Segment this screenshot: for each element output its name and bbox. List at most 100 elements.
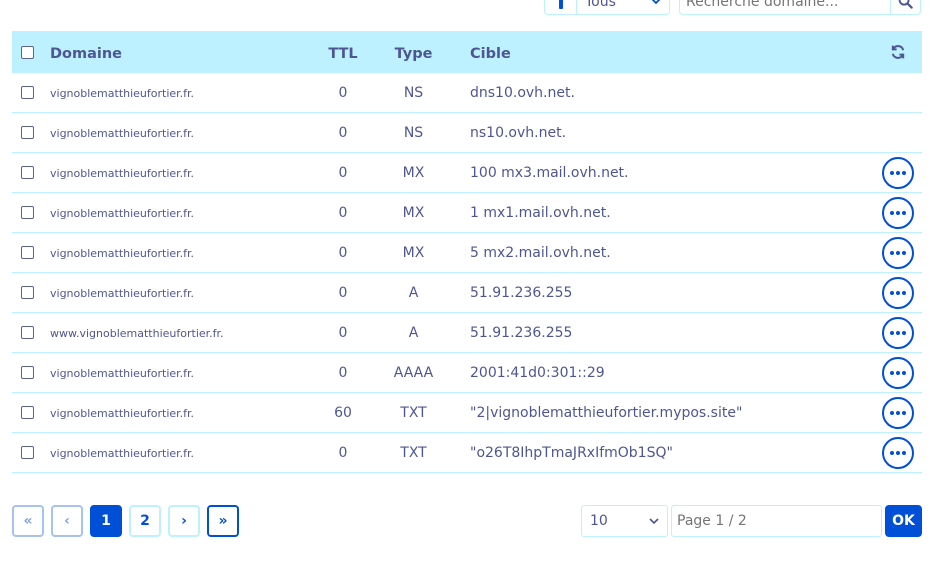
go-to-page-button[interactable]: OK xyxy=(885,505,922,537)
record-target: "o26T8IhpTmaJRxIfmOb1SQ" xyxy=(470,444,673,461)
record-ttl: 0 xyxy=(338,204,348,221)
filter-type-icon-button[interactable] xyxy=(544,0,576,15)
select-all-checkbox[interactable] xyxy=(20,45,34,59)
record-target: ns10.ovh.net. xyxy=(470,124,567,141)
table-row: vignoblematthieufortier.fr. 0 TXT "o26T8Ihp… xyxy=(12,433,922,473)
record-type: MX xyxy=(402,244,425,261)
record-ttl: 0 xyxy=(338,364,348,381)
more-actions-button[interactable] xyxy=(882,437,914,469)
more-actions-button[interactable] xyxy=(882,277,914,309)
more-actions-button[interactable] xyxy=(882,397,914,429)
page-button-2[interactable]: 2 xyxy=(129,505,161,537)
table-row: vignoblematthieufortier.fr. 0 MX 5 mx2.mail… xyxy=(12,233,922,273)
filter-icon xyxy=(558,0,563,9)
record-target: dns10.ovh.net. xyxy=(470,84,575,101)
record-domain: vignoblematthieufortier.fr. xyxy=(50,207,195,220)
row-checkbox[interactable] xyxy=(20,206,34,219)
record-domain: vignoblematthieufortier.fr. xyxy=(50,167,195,180)
record-type: A xyxy=(408,284,419,301)
record-type: NS xyxy=(403,84,424,101)
previous-page-button[interactable]: ‹ xyxy=(51,505,83,537)
record-type: TXT xyxy=(400,444,427,461)
items-per-page-value: 10 xyxy=(590,513,608,529)
row-checkbox[interactable] xyxy=(20,286,34,299)
row-checkbox[interactable] xyxy=(20,246,34,259)
more-actions-button[interactable] xyxy=(882,357,914,389)
record-ttl: 0 xyxy=(338,444,348,461)
record-type: NS xyxy=(403,124,424,141)
table-row: vignoblematthieufortier.fr. 0 AAAA 2001:41d… xyxy=(12,353,922,393)
next-page-button[interactable]: › xyxy=(168,505,200,537)
table-row: vignoblematthieufortier.fr. 0 MX 1 mx1.mail… xyxy=(12,193,922,233)
more-actions-icon xyxy=(890,291,906,295)
search-button[interactable] xyxy=(890,0,921,15)
items-per-page-select[interactable]: 10 xyxy=(581,505,668,537)
dns-records-table: Domaine TTL Type Cible vignoblematthieuf… xyxy=(12,31,922,473)
page-button-1[interactable]: 1 xyxy=(90,505,122,537)
domain-search-input[interactable] xyxy=(679,0,891,15)
record-domain: vignoblematthieufortier.fr. xyxy=(50,447,195,460)
more-actions-icon xyxy=(890,411,906,415)
record-type: AAAA xyxy=(393,364,434,381)
record-domain: vignoblematthieufortier.fr. xyxy=(50,407,195,420)
column-header-ttl[interactable]: TTL xyxy=(328,46,357,62)
table-row: www.vignoblematthieufortier.fr. 0 A 51.91.2… xyxy=(12,313,922,353)
column-header-target[interactable]: Cible xyxy=(470,46,511,62)
record-ttl: 0 xyxy=(338,244,348,261)
record-type-select[interactable]: Tous xyxy=(576,0,670,15)
more-actions-icon xyxy=(890,371,906,375)
record-ttl: 0 xyxy=(338,124,348,141)
table-header: Domaine TTL Type Cible xyxy=(12,31,922,73)
record-ttl: 0 xyxy=(338,84,348,101)
first-page-button[interactable]: « xyxy=(12,505,44,537)
record-target: 2001:41d0:301::29 xyxy=(470,364,605,381)
row-checkbox[interactable] xyxy=(20,406,34,419)
more-actions-icon xyxy=(890,331,906,335)
column-header-type[interactable]: Type xyxy=(395,46,433,62)
last-page-button[interactable]: » xyxy=(207,505,239,537)
column-header-domain[interactable]: Domaine xyxy=(50,46,122,62)
row-checkbox[interactable] xyxy=(20,366,34,379)
table-row: vignoblematthieufortier.fr. 0 A 51.91.236.2… xyxy=(12,273,922,313)
record-target: 51.91.236.255 xyxy=(470,284,573,301)
record-type: TXT xyxy=(400,404,427,421)
filter-bar: Tous xyxy=(0,0,944,18)
more-actions-button[interactable] xyxy=(882,317,914,349)
table-row: vignoblematthieufortier.fr. 0 MX 100 mx3.ma… xyxy=(12,153,922,193)
more-actions-icon xyxy=(890,451,906,455)
more-actions-icon xyxy=(890,251,906,255)
row-checkbox[interactable] xyxy=(20,326,34,339)
row-checkbox[interactable] xyxy=(20,166,34,179)
more-actions-icon xyxy=(890,171,906,175)
record-target: 51.91.236.255 xyxy=(470,324,573,341)
record-domain: www.vignoblematthieufortier.fr. xyxy=(50,327,224,340)
record-domain: vignoblematthieufortier.fr. xyxy=(50,87,195,100)
chevron-down-icon xyxy=(651,0,661,5)
table-row: vignoblematthieufortier.fr. 0 NS ns10.ovh.n… xyxy=(12,113,922,153)
row-checkbox[interactable] xyxy=(20,126,34,139)
record-target: 1 mx1.mail.ovh.net. xyxy=(470,204,611,221)
record-target: 100 mx3.mail.ovh.net. xyxy=(470,164,629,181)
record-type: MX xyxy=(402,204,425,221)
record-domain: vignoblematthieufortier.fr. xyxy=(50,127,195,140)
more-actions-button[interactable] xyxy=(882,197,914,229)
table-body: vignoblematthieufortier.fr. 0 NS dns10.ovh.… xyxy=(12,73,922,473)
record-ttl: 0 xyxy=(338,284,348,301)
record-ttl: 0 xyxy=(338,164,348,181)
record-domain: vignoblematthieufortier.fr. xyxy=(50,287,195,300)
page-number-input[interactable] xyxy=(671,505,882,537)
refresh-icon[interactable] xyxy=(890,44,906,60)
row-checkbox[interactable] xyxy=(20,86,34,99)
row-checkbox[interactable] xyxy=(20,446,34,459)
record-type-select-value: Tous xyxy=(585,0,616,10)
chevron-down-icon xyxy=(649,517,659,524)
pagination: « ‹ 1 2 › » xyxy=(12,505,239,537)
record-type: A xyxy=(408,324,419,341)
record-domain: vignoblematthieufortier.fr. xyxy=(50,247,195,260)
more-actions-button[interactable] xyxy=(882,157,914,189)
table-row: vignoblematthieufortier.fr. 60 TXT "2|vigno… xyxy=(12,393,922,433)
record-target: 5 mx2.mail.ovh.net. xyxy=(470,244,611,261)
table-row: vignoblematthieufortier.fr. 0 NS dns10.ovh.… xyxy=(12,73,922,113)
more-actions-button[interactable] xyxy=(882,237,914,269)
record-ttl: 0 xyxy=(338,324,348,341)
